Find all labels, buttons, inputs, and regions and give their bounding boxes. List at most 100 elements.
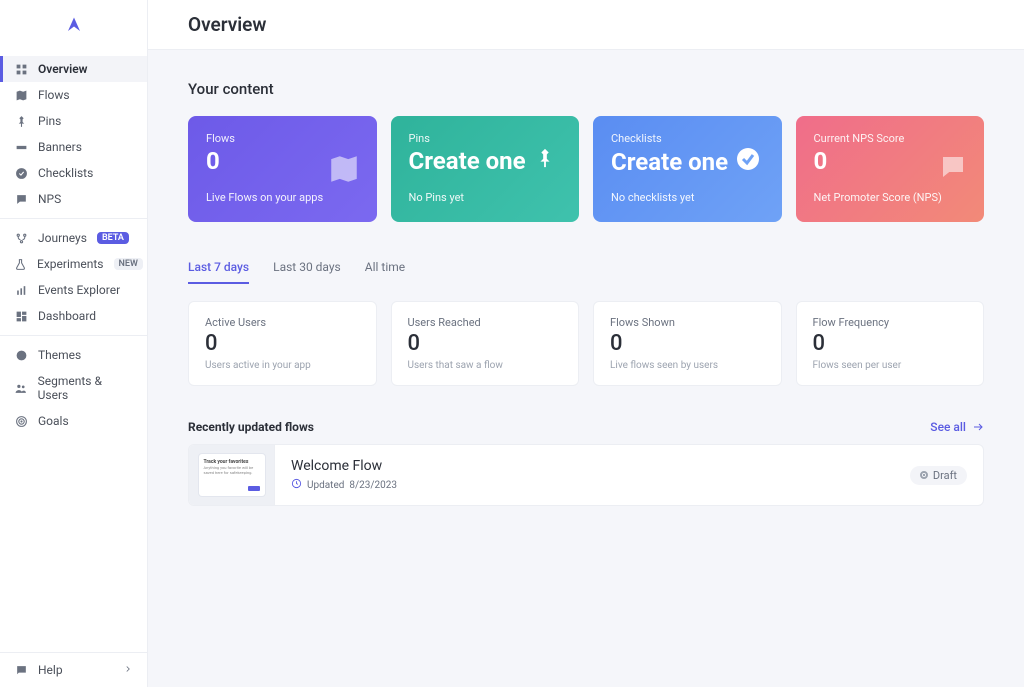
stat-label: Flows Shown <box>610 316 765 329</box>
card-label: Flows <box>206 132 359 145</box>
palette-icon <box>14 349 28 362</box>
stat-value: 0 <box>408 331 563 356</box>
tab-last-7-days[interactable]: Last 7 days <box>188 252 249 284</box>
card-label: Pins <box>409 132 562 145</box>
section-title-your-content: Your content <box>188 80 984 98</box>
sidebar-item-label: Banners <box>38 140 82 154</box>
stat-subtext: Users active in your app <box>205 360 360 371</box>
sidebar: Overview Flows Pins Banners Checklists NPS Jou… <box>0 0 148 687</box>
flow-name: Welcome Flow <box>291 458 894 474</box>
see-all-label: See all <box>930 420 966 434</box>
sidebar-item-label: Experiments <box>37 257 104 271</box>
flask-icon <box>14 258 27 271</box>
main: Overview Your content Flows 0 Live Flows o… <box>148 0 1024 687</box>
card-value: 0 <box>206 147 220 175</box>
stat-label: Flow Frequency <box>813 316 968 329</box>
stat-subtext: Flows seen per user <box>813 360 968 371</box>
sidebar-item-label: Checklists <box>38 166 93 180</box>
sidebar-item-label: Themes <box>38 348 81 362</box>
sidebar-item-segments-users[interactable]: Segments & Users <box>0 368 147 408</box>
page-title: Overview <box>188 13 266 36</box>
badge-new: NEW <box>114 258 143 270</box>
sidebar-item-journeys[interactable]: Journeys BETA <box>0 225 147 251</box>
sidebar-item-checklists[interactable]: Checklists <box>0 160 147 186</box>
stat-card-flow-frequency: Flow Frequency 0 Flows seen per user <box>796 301 985 386</box>
stat-value: 0 <box>813 331 968 356</box>
branch-icon <box>14 232 28 245</box>
sidebar-item-banners[interactable]: Banners <box>0 134 147 160</box>
section-title-recent-flows: Recently updated flows <box>188 420 314 434</box>
stat-subtext: Live flows seen by users <box>610 360 765 371</box>
badge-beta: BETA <box>97 232 129 244</box>
flow-thumbnail: Track your favoritesAnything you favorit… <box>189 445 275 505</box>
users-icon <box>14 382 28 395</box>
card-label: Current NPS Score <box>814 132 967 145</box>
stat-label: Users Reached <box>408 316 563 329</box>
sidebar-item-events-explorer[interactable]: Events Explorer <box>0 277 147 303</box>
sidebar-item-label: Overview <box>38 62 88 76</box>
content-card-nps[interactable]: Current NPS Score 0 Net Promoter Score (NP… <box>796 116 985 222</box>
header: Overview <box>148 0 1024 50</box>
sidebar-item-flows[interactable]: Flows <box>0 82 147 108</box>
bars-icon <box>14 284 28 297</box>
sidebar-item-pins[interactable]: Pins <box>0 108 147 134</box>
content-card-check[interactable]: ChecklistsCreate oneNo checklists yet <box>593 116 782 222</box>
sidebar-item-themes[interactable]: Themes <box>0 342 147 368</box>
tab-last-30-days[interactable]: Last 30 days <box>273 252 341 284</box>
card-subtext: No Pins yet <box>409 191 562 204</box>
stat-card-users-reached: Users Reached 0 Users that saw a flow <box>391 301 580 386</box>
map-icon <box>14 89 28 102</box>
logo-icon <box>65 16 83 34</box>
flow-updated-prefix: Updated <box>307 480 344 491</box>
chat-icon <box>14 193 28 206</box>
content-card-flows[interactable]: Flows 0 Live Flows on your apps <box>188 116 377 222</box>
sidebar-item-label: NPS <box>38 192 61 206</box>
stat-value: 0 <box>610 331 765 356</box>
stat-value: 0 <box>205 331 360 356</box>
sidebar-item-label: Dashboard <box>38 309 96 323</box>
stat-card-active-users: Active Users 0 Users active in your app <box>188 301 377 386</box>
card-subtext: Live Flows on your apps <box>206 191 359 204</box>
card-value: Create one <box>611 148 728 176</box>
target-icon <box>14 415 28 428</box>
chevron-right-icon <box>123 663 133 677</box>
card-subtext: Net Promoter Score (NPS) <box>814 191 967 204</box>
flow-status-label: Draft <box>933 469 957 482</box>
check-circle-icon <box>736 147 760 177</box>
banner-icon <box>14 141 28 154</box>
sidebar-item-label: Events Explorer <box>38 283 120 297</box>
time-range-tabs: Last 7 days Last 30 days All time <box>188 252 984 285</box>
sidebar-item-goals[interactable]: Goals <box>0 408 147 434</box>
see-all-link[interactable]: See all <box>930 420 984 434</box>
sidebar-item-label: Goals <box>38 414 69 428</box>
stat-label: Active Users <box>205 316 360 329</box>
content-card-pins[interactable]: Pins Create one No Pins yet <box>391 116 580 222</box>
flow-row[interactable]: Track your favoritesAnything you favorit… <box>188 444 984 506</box>
tab-all-time[interactable]: All time <box>365 252 405 284</box>
grid-icon <box>14 63 28 76</box>
stat-subtext: Users that saw a flow <box>408 360 563 371</box>
logo[interactable] <box>0 0 147 50</box>
card-subtext: No checklists yet <box>611 191 764 204</box>
status-dot-icon <box>920 471 928 479</box>
flow-updated-date: 8/23/2023 <box>349 480 397 491</box>
flow-status-badge: Draft <box>910 466 967 485</box>
sidebar-item-label: Journeys <box>38 231 87 245</box>
sidebar-item-nps[interactable]: NPS <box>0 186 147 212</box>
card-value: Create one <box>409 147 526 175</box>
card-value: 0 <box>814 147 828 175</box>
sidebar-item-dashboard[interactable]: Dashboard <box>0 303 147 329</box>
sidebar-item-label: Segments & Users <box>38 374 133 402</box>
sidebar-item-label: Flows <box>38 88 70 102</box>
sidebar-item-help[interactable]: Help <box>0 652 147 687</box>
clock-icon <box>291 478 302 492</box>
chat-icon <box>938 152 968 186</box>
sidebar-item-overview[interactable]: Overview <box>0 56 147 82</box>
pin-icon <box>14 115 28 128</box>
map-icon <box>327 152 361 190</box>
sidebar-item-experiments[interactable]: Experiments NEW <box>0 251 147 277</box>
check-circle-icon <box>14 167 28 180</box>
pin-icon <box>534 147 556 175</box>
sidebar-item-label: Pins <box>38 114 61 128</box>
arrow-right-icon <box>972 421 984 433</box>
